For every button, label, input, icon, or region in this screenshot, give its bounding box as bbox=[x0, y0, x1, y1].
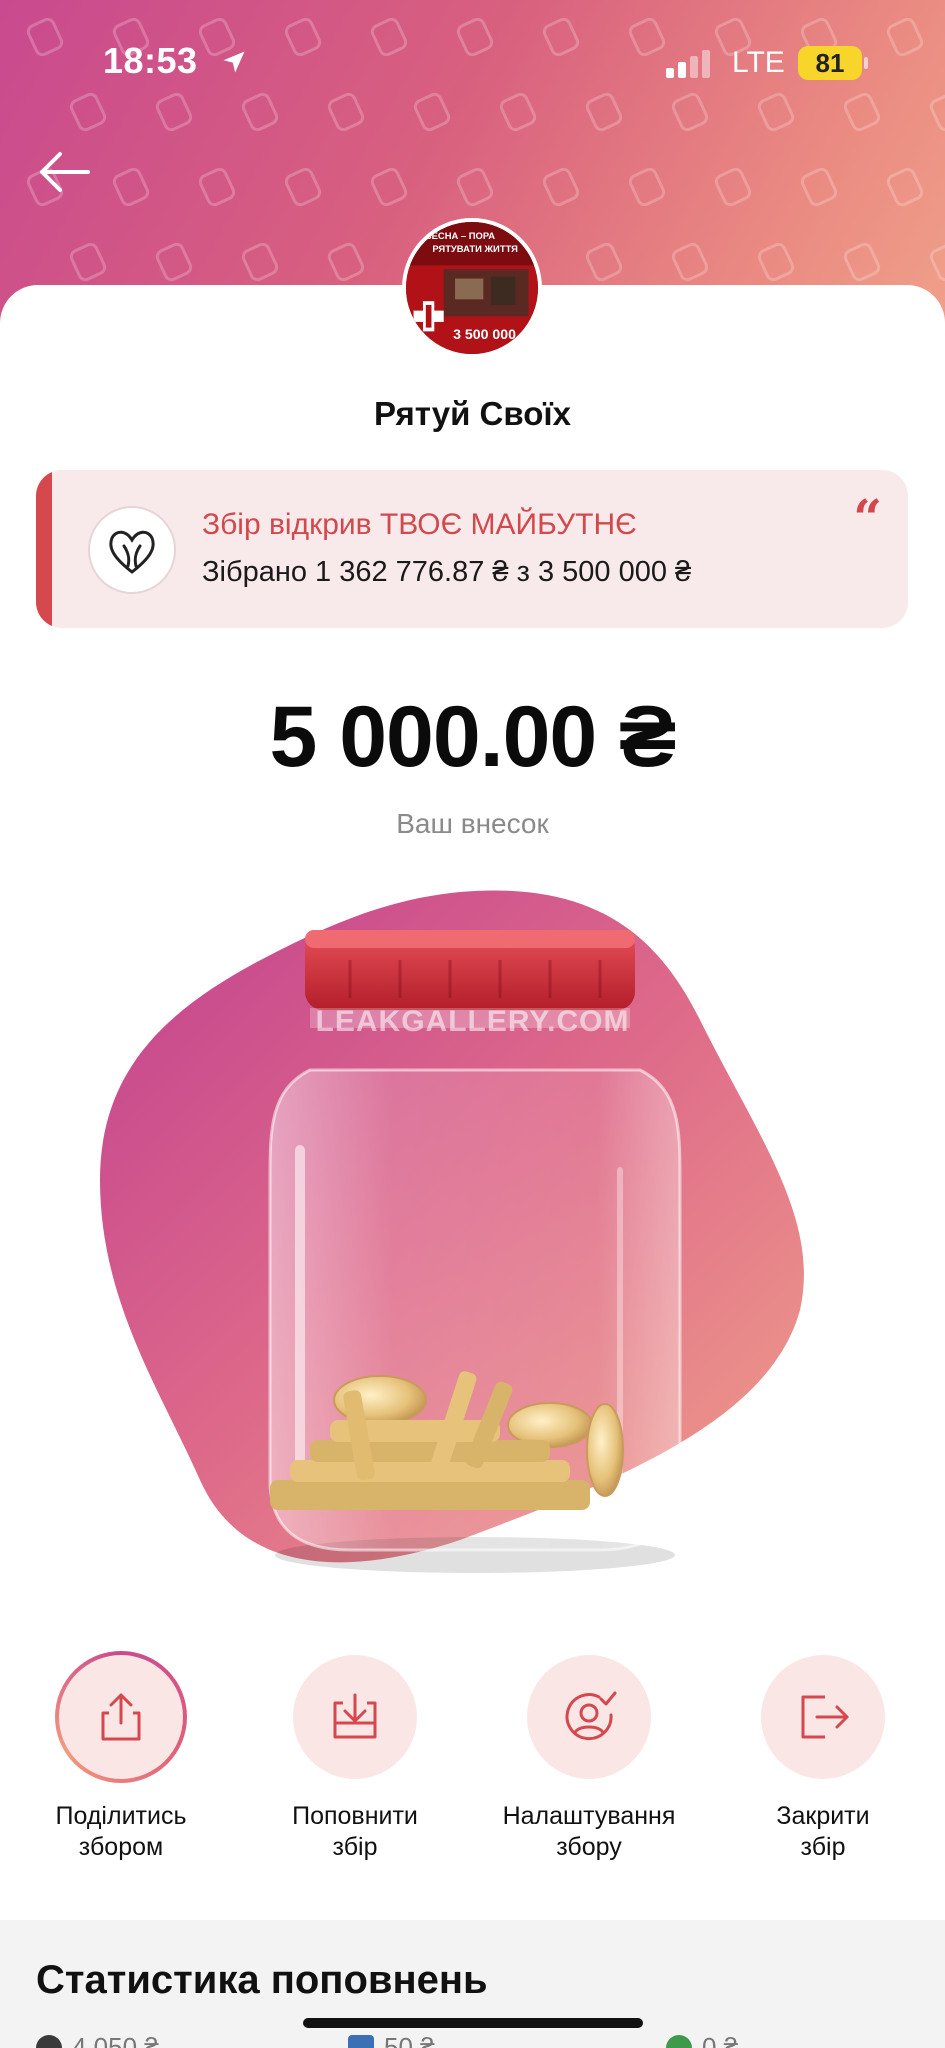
top-up-button[interactable]: Поповнити збір bbox=[255, 1655, 455, 1863]
pattern-jar-icon bbox=[669, 240, 711, 284]
pattern-jar-icon bbox=[282, 165, 324, 209]
avatar-line-3: 3 500 000 bbox=[453, 326, 516, 342]
globe-icon bbox=[666, 2034, 692, 2048]
stats-title: Статистика поповнень bbox=[36, 1958, 488, 2002]
pattern-jar-icon bbox=[196, 165, 238, 209]
pattern-jar-icon bbox=[927, 240, 945, 284]
stat-chip[interactable]: 50 ₴ bbox=[348, 2032, 435, 2048]
avatar-line-1: ВЕСНА – ПОРА bbox=[425, 230, 495, 241]
stat-chip[interactable]: 4 050 ₴ bbox=[36, 2032, 159, 2048]
pattern-jar-icon bbox=[798, 165, 840, 209]
settings-icon bbox=[565, 1691, 617, 1741]
pattern-jar-icon bbox=[884, 165, 926, 209]
contribution-label: Ваш внесок bbox=[396, 808, 549, 839]
card-icon bbox=[348, 2034, 374, 2048]
coin-icon bbox=[36, 2034, 62, 2048]
share-button[interactable]: Поділитись збором bbox=[21, 1651, 221, 1863]
close-jar-button[interactable]: Закрити збір bbox=[723, 1655, 923, 1863]
stat-chip[interactable]: 0 ₴ bbox=[666, 2032, 738, 2048]
top-up-label: Поповнити збір bbox=[292, 1802, 418, 1861]
avatar-image: ВЕСНА – ПОРА РЯТУВАТИ ЖИТТЯ 3 500 000 bbox=[406, 222, 538, 354]
action-bar: Поділитись збором Поповнити збір Налашту… bbox=[0, 1651, 945, 1885]
close-jar-label: Закрити збір bbox=[776, 1802, 870, 1861]
pattern-jar-icon bbox=[583, 240, 625, 284]
top-up-icon bbox=[333, 1693, 377, 1739]
avatar-line-2: РЯТУВАТИ ЖИТТЯ bbox=[432, 243, 518, 254]
location-arrow-icon bbox=[223, 51, 245, 73]
contribution-amount: 5 000.00 ₴ bbox=[269, 689, 676, 785]
pattern-jar-icon bbox=[368, 165, 410, 209]
battery-badge: 81 bbox=[798, 46, 862, 80]
pattern-jar-icon bbox=[841, 240, 883, 284]
jar-illustration bbox=[100, 880, 840, 1600]
share-button-circle[interactable] bbox=[55, 1651, 187, 1783]
network-type: LTE bbox=[732, 46, 785, 79]
goal-title: Збір відкрив ТВОЄ МАЙБУТНЄ bbox=[202, 508, 637, 541]
stats-row: 4 050 ₴ 50 ₴ 0 ₴ bbox=[36, 2032, 916, 2048]
settings-button-circle[interactable] bbox=[527, 1655, 651, 1779]
signal-icon bbox=[666, 50, 710, 78]
back-arrow-icon[interactable] bbox=[36, 150, 92, 194]
status-time: 18:53 bbox=[103, 40, 198, 81]
pattern-jar-icon bbox=[755, 240, 797, 284]
pattern-jar-icon bbox=[626, 165, 668, 209]
jar-title: Рятуй Своїх bbox=[373, 395, 572, 432]
goal-stripe bbox=[36, 470, 52, 628]
pattern-jar-icon bbox=[67, 240, 109, 284]
stats-section: Статистика поповнень 4 050 ₴ 50 ₴ 0 ₴ bbox=[0, 1920, 945, 2048]
top-up-button-circle[interactable] bbox=[293, 1655, 417, 1779]
stat-value: 0 ₴ bbox=[702, 2032, 739, 2048]
pattern-jar-icon bbox=[153, 240, 195, 284]
pattern-jar-icon bbox=[454, 165, 496, 209]
watermark: LEAKGALLERY.COM bbox=[315, 1005, 630, 1038]
stat-value: 50 ₴ bbox=[384, 2032, 435, 2048]
heart-hands-icon bbox=[109, 530, 155, 574]
pattern-jar-icon bbox=[540, 165, 582, 209]
home-indicator[interactable] bbox=[303, 2018, 643, 2028]
close-jar-button-circle[interactable] bbox=[761, 1655, 885, 1779]
stat-value: 4 050 ₴ bbox=[72, 2032, 159, 2048]
settings-button[interactable]: Налаштування збору bbox=[489, 1655, 689, 1863]
settings-label: Налаштування збору bbox=[502, 1802, 676, 1861]
status-bar: 18:53 LTE 81 bbox=[0, 0, 945, 120]
battery-tip bbox=[864, 57, 868, 69]
pattern-jar-icon bbox=[239, 240, 281, 284]
share-icon bbox=[101, 1693, 141, 1741]
goal-progress-text: Зібрано 1 362 776.87 ₴ з 3 500 000 ₴ bbox=[202, 556, 692, 588]
jar-image bbox=[100, 890, 804, 1573]
pattern-jar-icon bbox=[110, 165, 152, 209]
goal-card[interactable]: Збір відкрив ТВОЄ МАЙБУТНЄ Зібрано 1 362… bbox=[36, 470, 908, 628]
jar-avatar: ВЕСНА – ПОРА РЯТУВАТИ ЖИТТЯ 3 500 000 bbox=[402, 218, 542, 358]
quote-icon: “ bbox=[853, 488, 882, 547]
organization-logo bbox=[88, 506, 176, 594]
close-jar-icon bbox=[801, 1695, 849, 1739]
pattern-jar-icon bbox=[325, 240, 367, 284]
share-label: Поділитись збором bbox=[55, 1802, 187, 1861]
pattern-jar-icon bbox=[712, 165, 754, 209]
